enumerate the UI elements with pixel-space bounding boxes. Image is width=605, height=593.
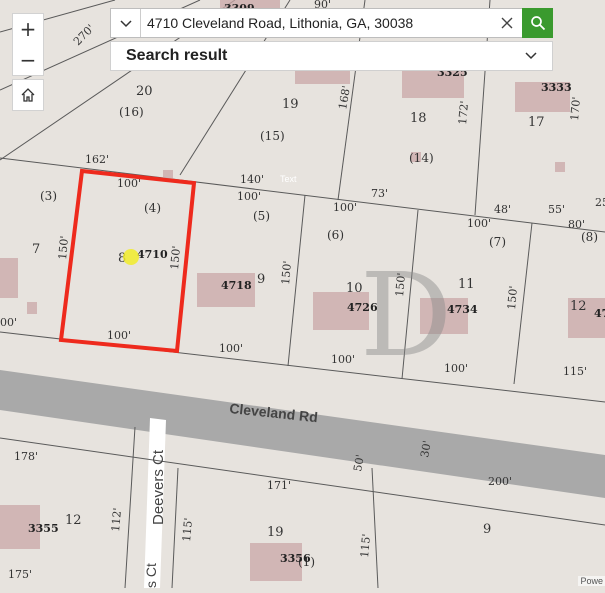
parcel-id: (8) <box>581 230 598 244</box>
building-footprint <box>0 258 18 298</box>
parcel-id: (15) <box>260 129 285 143</box>
plus-icon: + <box>19 17 37 41</box>
location-marker[interactable] <box>123 249 139 265</box>
lot-number: 12 <box>65 513 82 528</box>
dimension-label: 100' <box>333 201 357 214</box>
dimension-label: 48' <box>494 203 511 216</box>
lot-number: 7 <box>32 242 40 257</box>
address-label: 3356 <box>280 552 311 565</box>
dimension-label: 150' <box>505 285 520 310</box>
dimension-label: 73' <box>371 187 388 200</box>
search-results-label: Search result <box>126 47 228 64</box>
dimension-label: 25 <box>595 196 605 209</box>
watermark-letter: D <box>360 249 452 383</box>
search-input[interactable] <box>143 11 501 35</box>
search-icon <box>530 16 545 31</box>
search-button[interactable] <box>522 8 553 38</box>
dimension-label: 112' <box>109 507 124 532</box>
lot-number: 10 <box>346 281 363 296</box>
attribution-text: Powe <box>578 576 605 586</box>
dimension-label: 150' <box>393 272 408 297</box>
dimension-label: 172' <box>456 100 471 125</box>
dimension-label: 150' <box>168 245 183 270</box>
address-label: 4734 <box>447 303 478 316</box>
dimension-label: 115' <box>180 517 195 542</box>
lot-number: 20 <box>136 84 153 99</box>
dimension-label: 162' <box>85 153 109 166</box>
address-label: 47 <box>594 307 605 320</box>
text-marker-label: Text <box>280 174 297 184</box>
parcel-id: (7) <box>489 235 506 249</box>
address-label: 4718 <box>221 279 252 292</box>
dimension-label: 100' <box>237 190 261 203</box>
dimension-label: 100' <box>444 362 468 375</box>
address-label: 4710 <box>137 248 168 261</box>
chevron-down-icon <box>119 20 132 28</box>
map-view[interactable]: D Cleveland Rd Deevers Ct s Ct Text 20 19 18 17 7… <box>0 0 605 589</box>
search-results-panel[interactable]: Search result <box>110 41 553 71</box>
dimension-label: 00' <box>0 316 17 329</box>
chevron-down-icon[interactable] <box>524 48 538 62</box>
lot-number: 12 <box>570 299 587 314</box>
lot-number: 9 <box>483 522 491 537</box>
dimension-label: 171' <box>267 479 291 492</box>
clear-search-button[interactable] <box>492 9 522 37</box>
address-label: 3355 <box>28 522 59 535</box>
street-label-deevers-ct: Deevers Ct <box>150 449 167 525</box>
close-icon <box>501 17 513 29</box>
address-label: 3333 <box>541 81 572 94</box>
lot-number: 9 <box>257 272 265 287</box>
lot-number: 18 <box>410 111 427 126</box>
parcel-id: (14) <box>409 151 434 165</box>
dimension-label: 150' <box>279 260 294 285</box>
street-label-partial: s Ct <box>143 563 159 588</box>
search-bar <box>110 8 553 38</box>
parcel-id: (6) <box>327 228 344 242</box>
home-button[interactable] <box>12 79 44 111</box>
dimension-label: 100' <box>219 342 243 355</box>
dimension-label: 115' <box>358 533 373 558</box>
dimension-label: 80' <box>568 218 585 231</box>
dimension-label: 178' <box>14 450 38 463</box>
parcel-id: (5) <box>253 209 270 223</box>
dimension-label: 55' <box>548 203 565 216</box>
lot-number: 19 <box>267 525 284 540</box>
dimension-label: 175' <box>8 568 32 581</box>
zoom-out-button[interactable]: − <box>12 44 44 76</box>
building-footprint <box>27 302 37 314</box>
parcel-id: (16) <box>119 105 144 119</box>
minus-icon: − <box>19 47 37 72</box>
lot-number: 19 <box>282 97 299 112</box>
parcel-id: (3) <box>40 189 57 203</box>
dimension-label: 100' <box>331 353 355 366</box>
dimension-label: 100' <box>467 217 491 230</box>
map-canvas[interactable]: DCleveland RdDeevers Cts CtText201918 177… <box>0 0 605 589</box>
address-label: 4726 <box>347 301 378 314</box>
dimension-label: 200' <box>488 475 512 488</box>
dimension-label: 100' <box>107 329 131 342</box>
lot-number: 17 <box>528 115 545 130</box>
zoom-in-button[interactable]: + <box>12 13 44 45</box>
home-icon <box>21 88 35 102</box>
dimension-label: 115' <box>563 365 587 378</box>
dimension-label: 140' <box>240 173 264 186</box>
parcel-id: (4) <box>144 201 161 215</box>
search-source-toggle[interactable] <box>111 9 141 37</box>
dimension-label: 150' <box>56 235 71 260</box>
dimension-label: 170' <box>568 96 583 121</box>
lot-number: 11 <box>458 277 475 292</box>
building-footprint <box>555 162 565 172</box>
